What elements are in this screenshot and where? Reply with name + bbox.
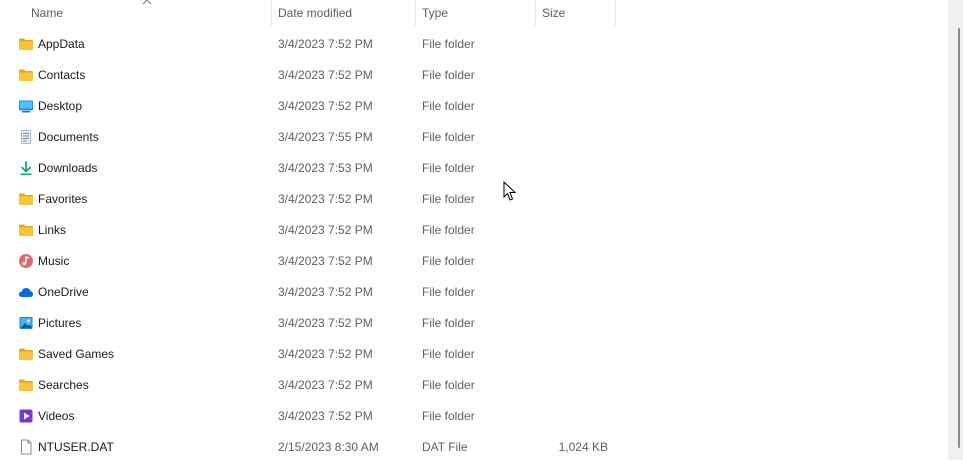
file-type: File folder — [422, 223, 475, 237]
file-date-modified: 3/4/2023 7:52 PM — [278, 68, 373, 82]
file-name: Documents — [38, 130, 99, 144]
file-row[interactable]: Links 3/4/2023 7:52 PM File folder — [0, 215, 948, 246]
file-date-modified: 3/4/2023 7:52 PM — [278, 99, 373, 113]
file-row[interactable]: Searches 3/4/2023 7:52 PM File folder — [0, 370, 948, 401]
folder-icon — [19, 193, 33, 205]
vertical-scrollbar[interactable] — [948, 0, 963, 460]
file-type: File folder — [422, 161, 475, 175]
file-type: File folder — [422, 130, 475, 144]
file-name: Searches — [38, 378, 89, 392]
desktop-icon — [19, 100, 33, 113]
file-row[interactable]: Favorites 3/4/2023 7:52 PM File folder — [0, 184, 948, 215]
file-date-modified: 3/4/2023 7:52 PM — [278, 254, 373, 268]
cloud-icon — [19, 288, 33, 297]
file-name: Desktop — [38, 99, 83, 113]
file-date-modified: 3/4/2023 7:52 PM — [278, 378, 373, 392]
file-date-modified: 3/4/2023 7:53 PM — [278, 161, 373, 175]
column-header-type[interactable]: Type — [415, 0, 536, 26]
file-row[interactable]: Music 3/4/2023 7:52 PM File folder — [0, 246, 948, 277]
folder-icon — [19, 69, 33, 81]
file-name: AppData — [38, 37, 85, 51]
file-name: OneDrive — [38, 285, 89, 299]
file-row[interactable]: Desktop 3/4/2023 7:52 PM File folder — [0, 91, 948, 122]
column-header-size[interactable]: Size — [535, 0, 616, 26]
videos-icon — [19, 409, 33, 423]
column-header-date[interactable]: Date modified — [271, 0, 416, 26]
file-row[interactable]: Videos 3/4/2023 7:52 PM File folder — [0, 401, 948, 432]
file-date-modified: 3/4/2023 7:52 PM — [278, 409, 373, 423]
mouse-cursor-icon — [503, 181, 517, 201]
column-header-row: Name Date modified Type Size — [0, 0, 948, 26]
file-name: Music — [38, 254, 70, 268]
file-row[interactable]: NTUSER.DAT 2/15/2023 8:30 AM DAT File 1,024… — [0, 432, 948, 463]
file-date-modified: 3/4/2023 7:52 PM — [278, 316, 373, 330]
sort-ascending-icon — [142, 0, 152, 5]
file-date-modified: 3/4/2023 7:52 PM — [278, 223, 373, 237]
file-type: File folder — [422, 192, 475, 206]
file-name: NTUSER.DAT — [38, 440, 114, 454]
file-list: AppData 3/4/2023 7:52 PM File folder Contac… — [0, 29, 948, 463]
folder-icon — [19, 38, 33, 50]
documents-icon — [21, 130, 31, 144]
file-row[interactable]: OneDrive 3/4/2023 7:52 PM File folder — [0, 277, 948, 308]
file-date-modified: 3/4/2023 7:52 PM — [278, 37, 373, 51]
folder-icon — [19, 379, 33, 391]
file-name: Videos — [38, 409, 75, 423]
file-type: File folder — [422, 316, 475, 330]
file-date-modified: 3/4/2023 7:52 PM — [278, 285, 373, 299]
file-type: DAT File — [422, 440, 468, 454]
file-date-modified: 3/4/2023 7:52 PM — [278, 192, 373, 206]
file-row[interactable]: Downloads 3/4/2023 7:53 PM File folder — [0, 153, 948, 184]
file-type: File folder — [422, 347, 475, 361]
file-row[interactable]: Contacts 3/4/2023 7:52 PM File folder — [0, 60, 948, 91]
file-icon — [21, 439, 32, 455]
file-row[interactable]: Saved Games 3/4/2023 7:52 PM File folder — [0, 339, 948, 370]
file-type: File folder — [422, 37, 475, 51]
file-row[interactable]: Documents 3/4/2023 7:55 PM File folder — [0, 122, 948, 153]
file-type: File folder — [422, 378, 475, 392]
file-name: Favorites — [38, 192, 88, 206]
file-row[interactable]: AppData 3/4/2023 7:52 PM File folder — [0, 29, 948, 60]
music-icon — [19, 254, 33, 268]
file-name: Links — [38, 223, 67, 237]
file-type: File folder — [422, 285, 475, 299]
file-name: Pictures — [38, 316, 82, 330]
file-size: 1,024 KB — [558, 440, 608, 454]
file-row[interactable]: Pictures 3/4/2023 7:52 PM File folder — [0, 308, 948, 339]
folder-icon — [19, 348, 33, 360]
file-name: Downloads — [38, 161, 98, 175]
folder-icon — [19, 224, 33, 236]
file-type: File folder — [422, 409, 475, 423]
file-date-modified: 2/15/2023 8:30 AM — [278, 440, 379, 454]
file-date-modified: 3/4/2023 7:55 PM — [278, 130, 373, 144]
file-date-modified: 3/4/2023 7:52 PM — [278, 347, 373, 361]
scrollbar-thumb[interactable] — [958, 28, 960, 448]
file-name: Saved Games — [38, 347, 115, 361]
download-icon — [20, 161, 32, 176]
file-type: File folder — [422, 99, 475, 113]
file-type: File folder — [422, 254, 475, 268]
file-name: Contacts — [38, 68, 86, 82]
file-type: File folder — [422, 68, 475, 82]
pictures-icon — [19, 317, 33, 329]
